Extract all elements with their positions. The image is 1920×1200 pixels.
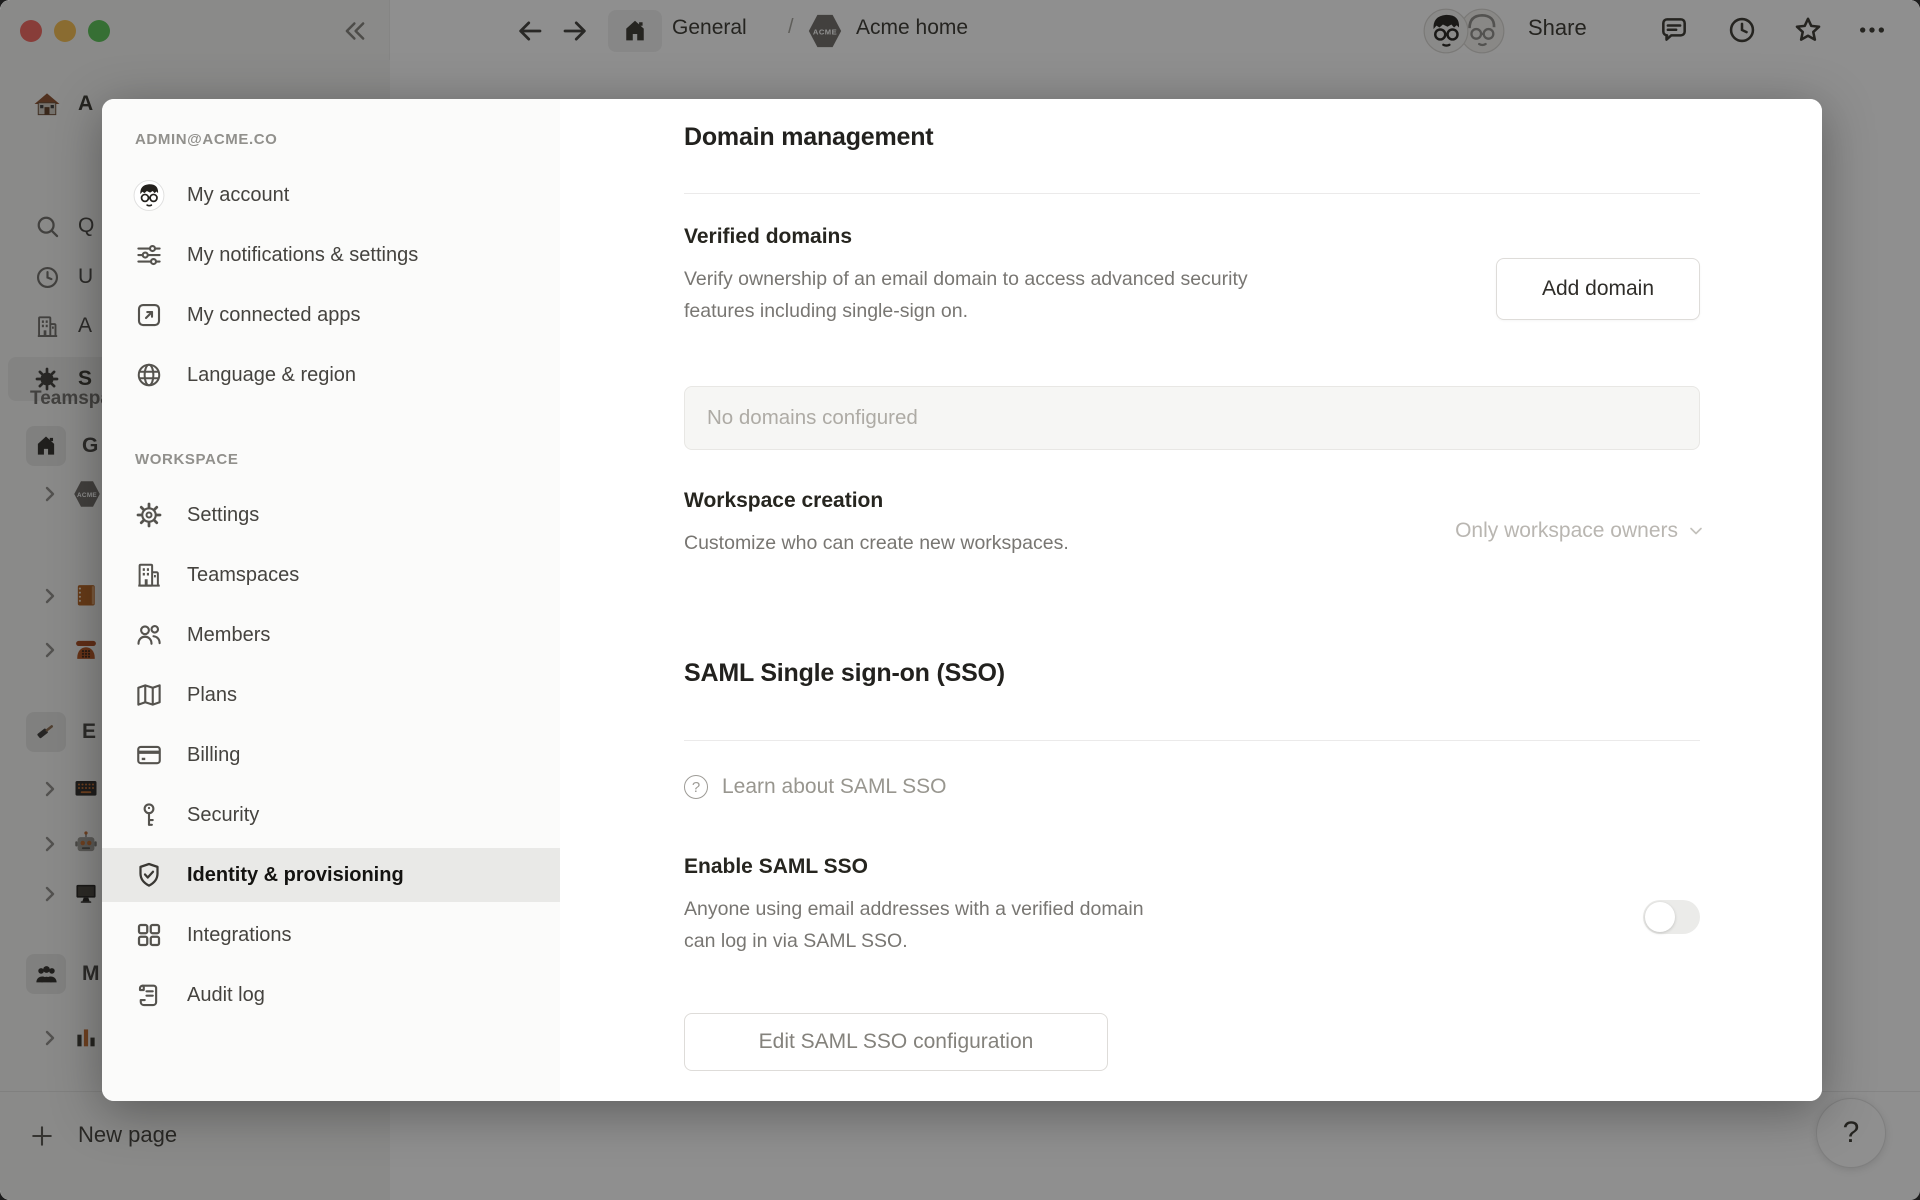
settings-item-integrations[interactable]: Integrations: [102, 905, 560, 965]
dropdown-selected-value: Only workspace owners: [1455, 519, 1678, 542]
help-circle-icon: ?: [684, 775, 708, 799]
settings-sidebar: ADMIN@ACME.CO My account My notification…: [102, 99, 560, 1101]
sliders-icon: [133, 239, 165, 271]
settings-item-members[interactable]: Members: [102, 605, 560, 665]
edit-saml-configuration-button[interactable]: Edit SAML SSO configuration: [684, 1013, 1108, 1071]
grid-icon: [133, 919, 165, 951]
settings-item-identity-provisioning[interactable]: Identity & provisioning: [102, 845, 560, 905]
settings-modal: ADMIN@ACME.CO My account My notification…: [102, 99, 1822, 1101]
app-window: General / ACME Acme home Share A Q U A S…: [0, 0, 1920, 1200]
enable-saml-heading: Enable SAML SSO: [684, 855, 868, 878]
verified-domains-heading: Verified domains: [684, 225, 853, 248]
building-icon: [133, 559, 165, 591]
chevron-down-icon: [1686, 521, 1706, 541]
settings-content: Domain management Verified domains Verif…: [560, 99, 1822, 1101]
saml-section-title: SAML Single sign-on (SSO): [684, 659, 1005, 687]
settings-item-connected-apps[interactable]: My connected apps: [102, 285, 560, 345]
shield-check-icon: [133, 859, 165, 891]
map-icon: [133, 679, 165, 711]
account-section-heading: ADMIN@ACME.CO: [135, 131, 278, 148]
add-domain-button[interactable]: Add domain: [1496, 258, 1700, 320]
verified-domains-description: Verify ownership of an email domain to a…: [684, 268, 1248, 322]
toggle-knob: [1645, 902, 1675, 932]
learn-saml-sso-link[interactable]: ? Learn about SAML SSO: [684, 775, 947, 799]
domains-empty-state: No domains configured: [684, 386, 1700, 450]
user-avatar-icon: [133, 179, 165, 211]
settings-item-language-region[interactable]: Language & region: [102, 345, 560, 405]
workspace-creation-description: Customize who can create new workspaces.: [684, 532, 1069, 554]
enable-saml-description: Anyone using email addresses with a veri…: [684, 898, 1144, 952]
members-icon: [133, 619, 165, 651]
scroll-icon: [133, 979, 165, 1011]
settings-item-billing[interactable]: Billing: [102, 725, 560, 785]
settings-item-security[interactable]: Security: [102, 785, 560, 845]
arrow-up-right-square-icon: [133, 299, 165, 331]
page-title: Domain management: [684, 123, 934, 151]
workspace-creation-heading: Workspace creation: [684, 489, 884, 512]
settings-item-audit-log[interactable]: Audit log: [102, 965, 560, 1025]
divider: [684, 193, 1700, 194]
workspace-section-heading: WORKSPACE: [135, 451, 239, 468]
settings-item-my-account[interactable]: My account: [102, 165, 560, 225]
enable-saml-toggle[interactable]: [1643, 900, 1700, 934]
settings-item-plans[interactable]: Plans: [102, 665, 560, 725]
key-icon: [133, 799, 165, 831]
settings-item-settings[interactable]: Settings: [102, 485, 560, 545]
gear-icon: [133, 499, 165, 531]
divider: [684, 740, 1700, 741]
workspace-creation-dropdown[interactable]: Only workspace owners: [1455, 513, 1706, 549]
credit-card-icon: [133, 739, 165, 771]
settings-item-notifications[interactable]: My notifications & settings: [102, 225, 560, 285]
settings-item-teamspaces[interactable]: Teamspaces: [102, 545, 560, 605]
globe-icon: [133, 359, 165, 391]
